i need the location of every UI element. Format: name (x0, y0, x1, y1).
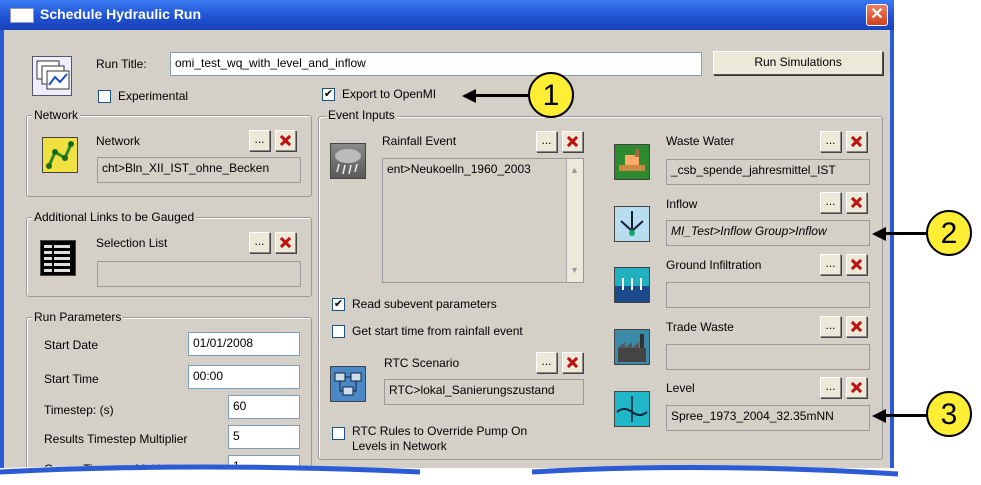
scroll-down-icon[interactable]: ▼ (570, 265, 579, 275)
rtc-scenario-icon (330, 366, 366, 402)
callout-1: 1 (528, 72, 574, 118)
ground-clear-button[interactable] (846, 254, 867, 275)
torn-edge (0, 464, 981, 485)
level-icon (614, 391, 650, 427)
trade-waste-label: Trade Waste (666, 320, 734, 334)
rtc-override-label-1: RTC Rules to Override Pump On (352, 424, 528, 438)
callout-2-arrow-line (882, 232, 928, 235)
selection-list-label: Selection List (96, 236, 168, 250)
rtc-override-label-2: Levels in Network (352, 439, 447, 453)
rtc-browse-button[interactable]: ... (536, 352, 557, 373)
rainfall-scrollbar[interactable]: ▲ ▼ (566, 159, 583, 282)
selection-list-icon (40, 240, 76, 276)
rainfall-browse-button[interactable]: ... (536, 131, 557, 152)
level-value: Spree_1973_2004_32.35mNN (666, 405, 870, 431)
run-title-label: Run Title: (96, 57, 147, 71)
waste-water-browse-button[interactable]: ... (820, 131, 841, 152)
links-group-title: Additional Links to be Gauged (32, 210, 197, 224)
rtc-override-checkbox[interactable] (332, 427, 345, 440)
level-browse-button[interactable]: ... (820, 377, 841, 398)
waste-water-label: Waste Water (666, 134, 735, 148)
trade-waste-value (666, 344, 870, 370)
callout-1-arrowhead (462, 89, 476, 103)
rainfall-icon (330, 143, 366, 179)
inflow-icon (614, 206, 650, 242)
inflow-browse-button[interactable]: ... (820, 192, 841, 213)
rtc-clear-button[interactable] (562, 352, 583, 373)
callout-1-arrow-line (470, 94, 530, 97)
close-button[interactable]: ✕ (866, 4, 888, 26)
ground-infiltration-label: Ground Infiltration (666, 258, 762, 272)
rainfall-label: Rainfall Event (382, 134, 457, 148)
network-icon (42, 137, 78, 173)
window-title: Schedule Hydraulic Run (40, 6, 202, 22)
window-icon (10, 8, 34, 23)
experimental-label: Experimental (118, 89, 189, 103)
get-start-time-label: Get start time from rainfall event (352, 324, 523, 338)
export-openmi-checkbox[interactable]: ✔ (322, 88, 335, 101)
level-clear-button[interactable] (846, 377, 867, 398)
title-bar[interactable]: Schedule Hydraulic Run ✕ (0, 0, 894, 30)
rainfall-list[interactable]: ent>Neukoelln_1960_2003 (382, 158, 584, 283)
waste-water-clear-button[interactable] (846, 131, 867, 152)
level-label: Level (666, 381, 695, 395)
network-group-title: Network (32, 108, 81, 122)
read-subevent-label: Read subevent parameters (352, 297, 497, 311)
callout-3-arrowhead (872, 409, 886, 423)
selection-clear-button[interactable] (275, 232, 296, 253)
trade-waste-icon (614, 329, 650, 365)
network-browse-button[interactable]: ... (249, 130, 270, 151)
ground-infiltration-icon (614, 267, 650, 303)
run-icon (32, 56, 72, 96)
waste-water-icon (614, 144, 650, 180)
inflow-clear-button[interactable] (846, 192, 867, 213)
ground-browse-button[interactable]: ... (820, 254, 841, 275)
start-date-label: Start Date (44, 338, 99, 352)
results-multiplier-input[interactable]: 5 (228, 425, 300, 449)
waste-water-value: _csb_spende_jahresmittel_IST (666, 159, 870, 185)
scroll-up-icon[interactable]: ▲ (570, 165, 579, 175)
event-inputs-title: Event Inputs (326, 108, 397, 122)
start-time-input[interactable]: 00:00 (188, 365, 300, 389)
network-value: cht>Bln_XII_IST_ohne_Becken (97, 157, 301, 183)
experimental-checkbox[interactable] (98, 90, 111, 103)
read-subevent-checkbox[interactable]: ✔ (332, 298, 345, 311)
timestep-label: Timestep: (s) (44, 403, 114, 417)
get-start-time-checkbox[interactable] (332, 325, 345, 338)
network-label: Network (96, 134, 141, 148)
selection-browse-button[interactable]: ... (249, 232, 270, 253)
start-date-input[interactable]: 01/01/2008 (188, 332, 300, 356)
results-multiplier-label: Results Timestep Multiplier (44, 432, 188, 446)
start-time-label: Start Time (44, 372, 99, 386)
callout-2: 2 (926, 210, 972, 256)
run-title-input[interactable]: omi_test_wq_with_level_and_inflow (170, 52, 702, 76)
network-clear-button[interactable] (275, 130, 296, 151)
callout-3-arrow-line (882, 414, 928, 417)
run-simulations-button[interactable]: Run Simulations (713, 51, 883, 75)
inflow-value: MI_Test>Inflow Group>Inflow (666, 220, 870, 246)
trade-clear-button[interactable] (846, 316, 867, 337)
selection-list-value (97, 261, 301, 287)
run-parameters-title: Run Parameters (32, 310, 124, 324)
trade-browse-button[interactable]: ... (820, 316, 841, 337)
ground-infiltration-value (666, 282, 870, 308)
callout-2-arrowhead (872, 227, 886, 241)
callout-3: 3 (926, 391, 972, 437)
inflow-label: Inflow (666, 197, 698, 211)
rtc-scenario-value: RTC>lokal_Sanierungszustand (384, 379, 584, 405)
rtc-scenario-label: RTC Scenario (384, 356, 460, 370)
timestep-input[interactable]: 60 (228, 395, 300, 419)
rainfall-list-item[interactable]: ent>Neukoelln_1960_2003 (387, 162, 531, 176)
export-openmi-label: Export to OpenMI (342, 87, 437, 101)
rainfall-clear-button[interactable] (562, 131, 583, 152)
